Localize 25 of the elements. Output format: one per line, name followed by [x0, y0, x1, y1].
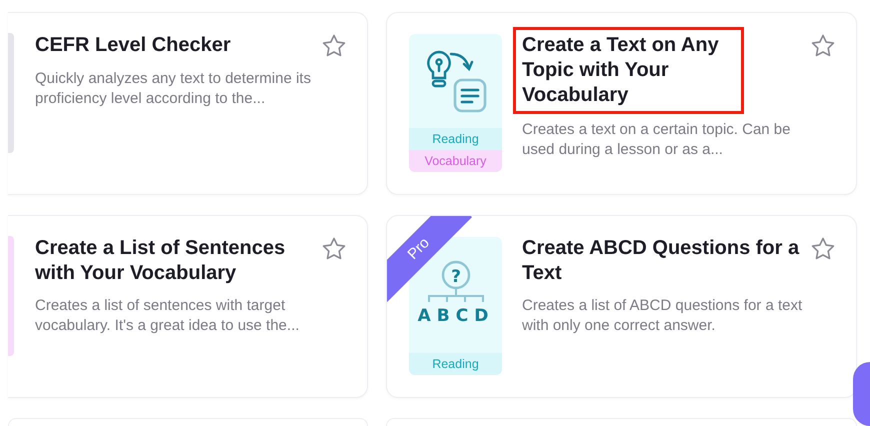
card-description: Creates a list of ABCD questions for a text with only one correct answer. — [522, 296, 804, 336]
tool-card[interactable]: CEFR Level Checker Quickly analyzes any text to determine its proficiency level according to the... — [8, 12, 368, 195]
favorite-star-icon[interactable] — [810, 236, 836, 262]
tool-card[interactable]: ? ABCD Reading Create ABCD Questions for a Text Creates a list of ABCD questions for a text with only one correct answer. Pro — [386, 215, 857, 398]
card-description: Creates a text on a certain topic. Can be used during a lesson or as a... — [522, 120, 792, 160]
card-title: Create a List of Sentences with Your Vocabulary — [35, 236, 286, 286]
category-tag: Reading — [409, 128, 502, 150]
tool-card[interactable]: Reading Vocabulary Create a Text on Any Topic with Your Vocabulary Creates a text on a certain topic. Can be used during a lesson or as a... — [386, 12, 857, 195]
card-description: Creates a list of sentences with target vocabulary. It's a great idea to use the... — [35, 296, 300, 336]
favorite-star-icon[interactable] — [321, 33, 347, 59]
category-tag: Vocabulary — [409, 150, 502, 172]
floating-action-button[interactable] — [853, 362, 870, 426]
highlighted-card-title: Create a Text on Any Topic with Your Vocabulary — [513, 27, 744, 114]
question-mark: ? — [450, 267, 460, 287]
tool-card[interactable]: Create a List of Sentences with Your Vocabulary Creates a list of sentences with target vocabulary. It's a great idea to use the... — [8, 215, 368, 398]
card-description: Quickly analyzes any text to determine its proficiency level according to the... — [35, 69, 312, 109]
favorite-star-icon[interactable] — [321, 236, 347, 262]
choices-label: ABCD — [417, 306, 494, 326]
lightbulb-document-icon — [424, 48, 486, 114]
favorite-star-icon[interactable] — [810, 33, 836, 59]
category-tag: Reading — [409, 353, 502, 375]
tree-lines — [428, 288, 484, 303]
card-title: Create ABCD Questions for a Text — [522, 236, 800, 286]
circle-icon — [441, 260, 470, 290]
card-title: CEFR Level Checker — [35, 33, 232, 58]
